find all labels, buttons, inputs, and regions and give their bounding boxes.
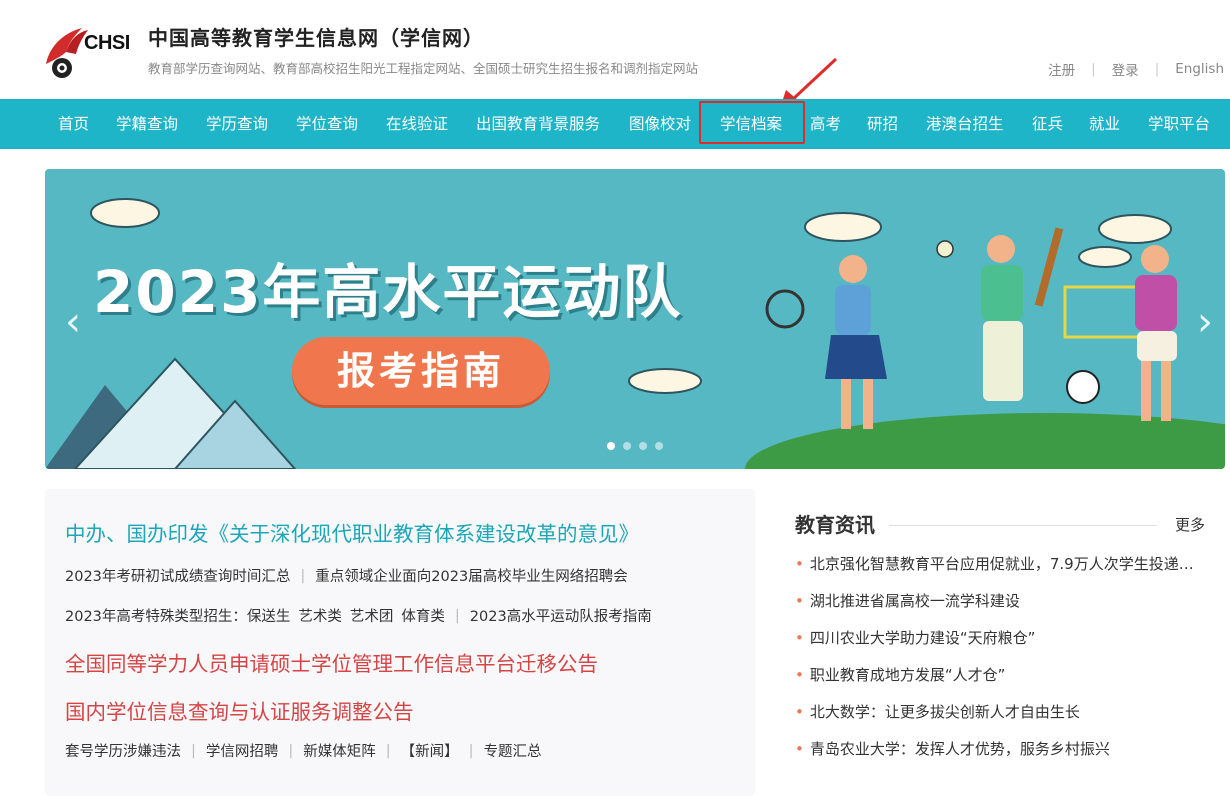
news-link[interactable]: 专题汇总 xyxy=(484,740,542,761)
nav-item-degree-record[interactable]: 学历查询 xyxy=(206,99,268,149)
banner-dot[interactable] xyxy=(623,442,631,450)
list-item[interactable]: • 北大数学：让更多拔尖创新人才自由生长 xyxy=(795,701,1205,722)
login-link[interactable]: 登录 xyxy=(1112,59,1139,79)
banner-dot[interactable] xyxy=(639,442,647,450)
news-link[interactable]: 【新闻】 xyxy=(401,740,459,761)
banner-next-icon[interactable]: › xyxy=(1197,299,1213,345)
news-link[interactable]: 重点领域企业面向2023届高校毕业生网络招聘会 xyxy=(315,565,627,586)
bullet-icon: • xyxy=(795,740,804,758)
divider: | xyxy=(191,742,196,759)
headline-platform-migration[interactable]: 全国同等学力人员申请硕士学位管理工作信息平台迁移公告 xyxy=(65,647,598,677)
nav-item-xuexin-archive[interactable]: 学信档案 xyxy=(720,99,782,149)
main-nav: 首页 学籍查询 学历查询 学位查询 在线验证 出国教育背景服务 图像校对 学信档… xyxy=(0,99,1230,149)
divider xyxy=(889,525,1157,526)
banner-dot[interactable] xyxy=(607,442,615,450)
divider: | xyxy=(468,742,474,759)
news-link[interactable]: 2023年高考特殊类型招生：保送生 xyxy=(65,605,290,626)
list-item-text: 湖北推进省属高校一流学科建设 xyxy=(809,592,1020,610)
headline-vocational-education[interactable]: 中办、国办印发《关于深化现代职业教育体系建设改革的意见》 xyxy=(65,517,639,547)
news-link[interactable]: 学信网招聘 xyxy=(206,740,279,761)
site-header: CHSI 中国高等教育学生信息网（学信网） 教育部学历查询网站、教育部高校招生阳… xyxy=(0,0,1230,99)
bullet-icon: • xyxy=(795,555,804,573)
news-panel: 中办、国办印发《关于深化现代职业教育体系建设改革的意见》 2023年考研初试成绩… xyxy=(45,489,755,796)
news-link[interactable]: 艺术团 xyxy=(350,605,394,626)
nav-item-overseas-service[interactable]: 出国教育背景服务 xyxy=(476,99,600,149)
list-item[interactable]: • 青岛农业大学：发挥人才优势，服务乡村振兴 xyxy=(795,738,1205,759)
nav-item-home[interactable]: 首页 xyxy=(58,99,89,149)
nav-item-degree-query[interactable]: 学位查询 xyxy=(296,99,358,149)
news-line: 2023年高考特殊类型招生：保送生 艺术类 艺术团 体育类 | 2023高水平运… xyxy=(65,605,652,626)
news-link[interactable]: 艺术类 xyxy=(298,605,342,626)
list-item[interactable]: • 职业教育成地方发展“人才仓” xyxy=(795,664,1205,685)
divider: | xyxy=(288,742,294,759)
news-line: 2023年考研初试成绩查询时间汇总 | 重点领域企业面向2023届高校毕业生网络… xyxy=(65,565,628,586)
bullet-icon: • xyxy=(795,592,804,610)
nav-item-hk-macao-taiwan[interactable]: 港澳台招生 xyxy=(926,99,1004,149)
list-item-text: 职业教育成地方发展“人才仓” xyxy=(809,666,1006,684)
divider: | xyxy=(300,567,306,584)
bullet-icon: • xyxy=(795,629,804,647)
divider: | xyxy=(1154,61,1160,77)
site-title: 中国高等教育学生信息网（学信网） xyxy=(148,26,484,50)
nav-item-gaokao[interactable]: 高考 xyxy=(810,99,841,149)
news-link[interactable]: 体育类 xyxy=(401,605,445,626)
nav-item-graduate-admission[interactable]: 研招 xyxy=(867,99,898,149)
logo-text: CHSI xyxy=(84,32,130,54)
news-link[interactable]: 新媒体矩阵 xyxy=(303,740,376,761)
register-link[interactable]: 注册 xyxy=(1048,59,1075,79)
banner-title: 2023年高水平运动队 xyxy=(93,258,683,326)
english-link[interactable]: English xyxy=(1175,61,1224,77)
top-links: 注册 | 登录 | English xyxy=(1048,59,1224,79)
bullet-icon: • xyxy=(795,703,804,721)
section-title: 教育资讯 xyxy=(795,513,875,537)
education-news-panel: 教育资讯 更多 • 北京强化智慧教育平台应用促就业，7.9万人次学生投递简历 • 湖… xyxy=(775,489,1225,796)
banner-prev-icon[interactable]: ‹ xyxy=(65,299,81,345)
banner-dots xyxy=(607,442,663,450)
banner-pill[interactable]: 报考指南 xyxy=(292,337,550,405)
nav-item-career-platform[interactable]: 学职平台 xyxy=(1148,99,1210,149)
bullet-icon: • xyxy=(795,666,804,684)
site-subtitle: 教育部学历查询网站、教育部高校招生阳光工程指定网站、全国硕士研究生招生报名和调剂… xyxy=(148,61,699,76)
list-item[interactable]: • 北京强化智慧教育平台应用促就业，7.9万人次学生投递简历 xyxy=(795,553,1205,574)
list-item-text: 青岛农业大学：发挥人才优势，服务乡村振兴 xyxy=(809,740,1110,758)
divider: | xyxy=(454,607,460,624)
nav-item-image-proofing[interactable]: 图像校对 xyxy=(629,99,691,149)
more-link[interactable]: 更多 xyxy=(1175,514,1205,535)
list-item-text: 四川农业大学助力建设“天府粮仓” xyxy=(809,629,1036,647)
list-item-text: 北大数学：让更多拔尖创新人才自由生长 xyxy=(809,703,1080,721)
list-item[interactable]: • 四川农业大学助力建设“天府粮仓” xyxy=(795,627,1205,648)
headline-degree-service[interactable]: 国内学位信息查询与认证服务调整公告 xyxy=(65,695,414,725)
nav-item-employment[interactable]: 就业 xyxy=(1089,99,1120,149)
news-link[interactable]: 套号学历涉嫌违法 xyxy=(65,740,181,761)
banner-dot[interactable] xyxy=(655,442,663,450)
news-line: 套号学历涉嫌违法 | 学信网招聘 | 新媒体矩阵 | 【新闻】 | 专题汇总 xyxy=(65,740,542,761)
list-item[interactable]: • 湖北推进省属高校一流学科建设 xyxy=(795,590,1205,611)
hero-banner[interactable]: 2023年高水平运动队 报考指南 ‹ › xyxy=(45,169,1225,469)
nav-item-online-verify[interactable]: 在线验证 xyxy=(386,99,448,149)
divider: | xyxy=(1091,61,1096,77)
list-item-text: 北京强化智慧教育平台应用促就业，7.9万人次学生投递简历 xyxy=(809,555,1205,573)
nav-item-student-status[interactable]: 学籍查询 xyxy=(116,99,178,149)
news-link[interactable]: 2023年考研初试成绩查询时间汇总 xyxy=(65,565,290,586)
nav-item-conscription[interactable]: 征兵 xyxy=(1032,99,1063,149)
news-link[interactable]: 2023高水平运动队报考指南 xyxy=(470,605,652,626)
divider: | xyxy=(385,742,391,759)
